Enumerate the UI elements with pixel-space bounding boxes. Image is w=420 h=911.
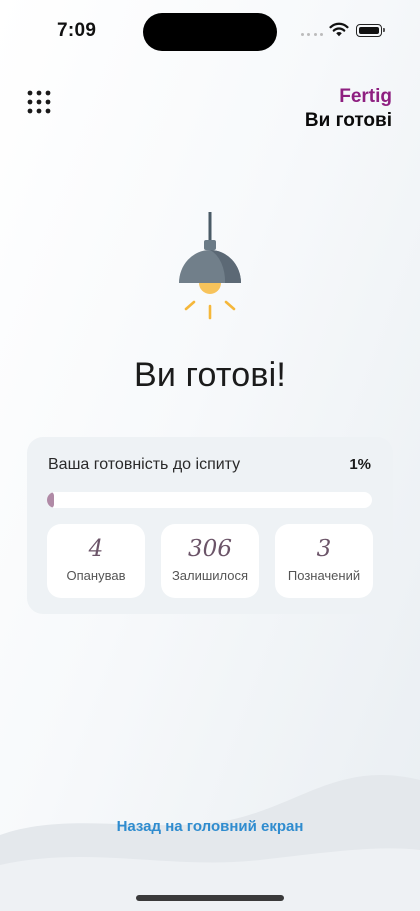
battery-icon [356,24,385,37]
stat-flagged: 3 Позначений [275,524,373,598]
page-title: Ви готові [304,110,392,131]
cellular-signal-icon [301,31,323,37]
grid-dots-icon[interactable] [25,88,57,120]
readiness-progress-fill [47,492,54,508]
ready-heading: Ви готові! [133,356,287,394]
stat-remaining-value: 306 [188,536,232,562]
readiness-card: Ваша готовність до іспиту 1% 4 Опанував … [27,437,393,614]
stat-mastered: 4 Опанував [47,524,145,598]
screen: 7:09 Fertig Ви готові Ви готові! Ваша го… [0,0,420,911]
status-bar: 7:09 [0,0,420,62]
header: Fertig Ви готові [305,86,392,134]
brand-name: Fertig [339,86,392,107]
readiness-percent: 1% [349,456,371,473]
back-to-home-link[interactable]: Назад на головний екран [0,818,420,835]
stats-row: 4 Опанував 306 Залишилося 3 Позначений [47,524,373,598]
stat-remaining: 306 Залишилося [161,524,259,598]
dynamic-island [143,13,277,51]
wifi-icon [329,22,349,37]
status-time: 7:09 [57,20,97,41]
stat-mastered-value: 4 [88,536,104,562]
pendant-lamp-icon [179,212,241,320]
stat-flagged-label: Позначений [287,568,361,583]
readiness-progress-bar [47,492,372,508]
stat-mastered-label: Опанував [66,568,126,583]
stat-flagged-value: 3 [316,536,332,562]
home-indicator [136,895,284,901]
stat-remaining-label: Залишилося [171,568,249,583]
readiness-label: Ваша готовність до іспиту [48,456,241,473]
